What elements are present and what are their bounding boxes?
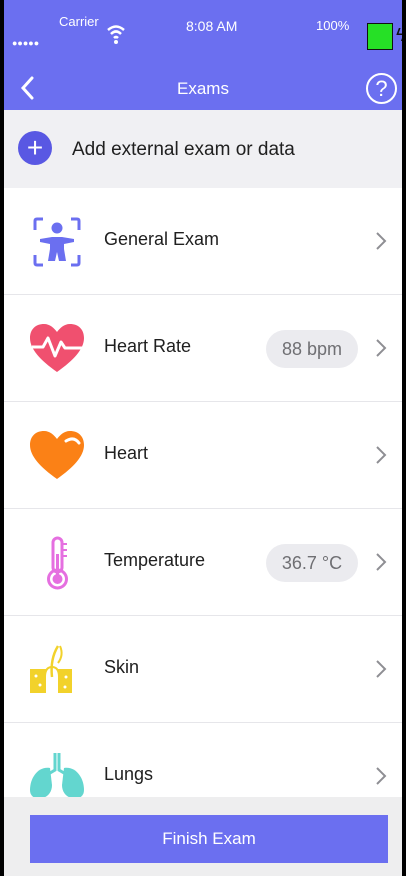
skin-icon [30,645,72,693]
exam-label: General Exam [104,229,220,249]
temperature-value-badge: 36.7 °C [266,544,358,582]
body-scan-icon [33,217,81,267]
chevron-right-icon [376,232,387,250]
exam-row-heart-rate[interactable]: Heart Rate 88 bpm [4,295,402,402]
exam-label: Temperature [104,550,206,570]
heart-rate-icon [30,324,84,372]
exam-row-heart[interactable]: Heart [4,402,402,509]
help-icon[interactable]: ? [366,73,397,104]
exam-label: Heart [104,443,149,463]
exam-row-temperature[interactable]: Temperature 36.7 °C [4,509,402,616]
chevron-right-icon [376,767,387,785]
exam-row-general[interactable]: General Exam [4,188,402,295]
heart-icon [30,431,84,479]
chevron-right-icon [376,660,387,678]
finish-exam-button[interactable]: Finish Exam [30,815,388,863]
exams-screen: ●●●●● Carrier 8:08 AM 100% ϟ Exams ? + A… [4,0,402,876]
exam-list: General Exam Heart Rate 88 bpm Heart Tem… [4,188,402,830]
bottom-action-bar: Finish Exam [4,797,402,876]
add-external-exam-button[interactable]: + Add external exam or data [4,110,402,188]
plus-circle-icon: + [18,131,52,165]
exam-label: Lungs [104,764,154,784]
battery-icon [367,23,393,50]
thermometer-icon [47,536,68,590]
status-bar: ●●●●● Carrier 8:08 AM 100% ϟ [4,0,402,56]
battery-percentage: 100% [316,18,350,33]
add-external-exam-label: Add external exam or data [72,139,295,160]
charging-bolt-icon: ϟ [396,25,402,45]
chevron-right-icon [376,446,387,464]
exam-row-skin[interactable]: Skin [4,616,402,723]
top-header: ●●●●● Carrier 8:08 AM 100% ϟ Exams ? [4,0,402,110]
page-title: Exams [177,79,229,98]
signal-strength-icon: ●●●●● [12,38,40,48]
chevron-right-icon [376,553,387,571]
chevron-right-icon [376,339,387,357]
status-time: 8:08 AM [186,18,238,34]
carrier-label: Carrier [59,14,99,29]
exam-label: Skin [104,657,140,677]
wifi-icon [107,25,125,44]
exam-label: Heart Rate [104,336,192,356]
heart-rate-value-badge: 88 bpm [266,330,358,368]
